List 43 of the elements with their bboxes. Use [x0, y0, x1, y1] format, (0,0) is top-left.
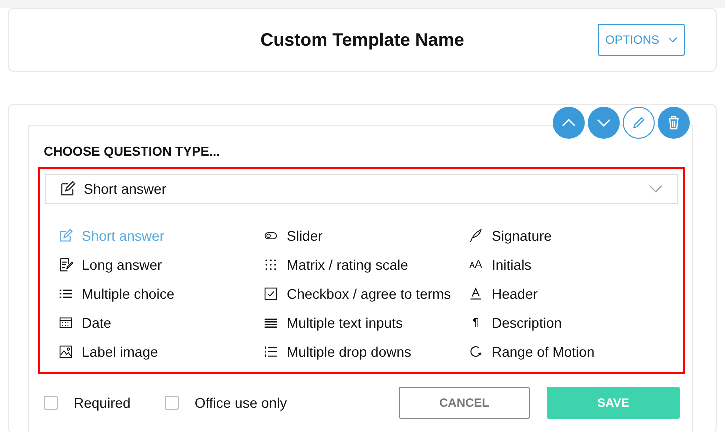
numbered-list-icon [264, 344, 278, 358]
question-type-select[interactable]: Short answer [45, 174, 678, 204]
pencil-icon [632, 116, 646, 130]
question-type-option[interactable]: Long answer [59, 250, 264, 279]
question-type-option[interactable]: Multiple choice [59, 279, 264, 308]
trash-icon [668, 116, 680, 130]
rotate-icon [469, 344, 483, 358]
question-type-option[interactable]: Date [59, 308, 264, 337]
dot-grid-icon [264, 258, 278, 272]
edit-icon [60, 181, 76, 197]
checkbox[interactable] [44, 396, 58, 410]
question-type-option[interactable]: Signature [469, 221, 678, 250]
edit-button[interactable] [623, 107, 655, 139]
question-type-option[interactable]: Header [469, 279, 678, 308]
delete-button[interactable] [658, 107, 690, 139]
question-type-heading: CHOOSE QUESTION TYPE... [43, 143, 222, 161]
checkbox-option[interactable]: Office use only [164, 395, 288, 411]
question-type-option[interactable]: ᴀA Initials [469, 250, 678, 279]
question-type-option[interactable]: Slider [264, 221, 469, 250]
checkbox-option[interactable]: Required [44, 395, 131, 411]
chevron-down-icon [597, 119, 611, 127]
notepad-icon [59, 258, 73, 272]
calendar-icon [59, 316, 73, 330]
chevron-up-icon [562, 119, 576, 127]
move-up-button[interactable] [553, 107, 585, 139]
question-type-option[interactable]: ¶ Description [469, 308, 678, 337]
underlined-letter-icon [469, 286, 483, 300]
question-type-option[interactable]: Multiple drop downs [264, 337, 469, 366]
chevron-down-icon [668, 37, 678, 43]
chevron-down-icon [649, 185, 663, 193]
feather-icon [469, 228, 483, 242]
question-type-option[interactable]: Checkbox / agree to terms [264, 279, 469, 308]
question-type-option[interactable]: Matrix / rating scale [264, 250, 469, 279]
question-type-option[interactable]: Range of Motion [469, 337, 678, 366]
image-icon [59, 344, 73, 358]
question-type-option[interactable]: Multiple text inputs [264, 308, 469, 337]
checkbox-icon [264, 286, 278, 300]
checkbox[interactable] [164, 396, 179, 410]
template-title: Custom Template Name [260, 30, 464, 50]
edit-icon [59, 228, 73, 242]
question-type-option[interactable]: Label image [59, 337, 264, 366]
cancel-button[interactable]: CANCEL [399, 387, 530, 419]
move-down-button[interactable] [588, 107, 620, 139]
